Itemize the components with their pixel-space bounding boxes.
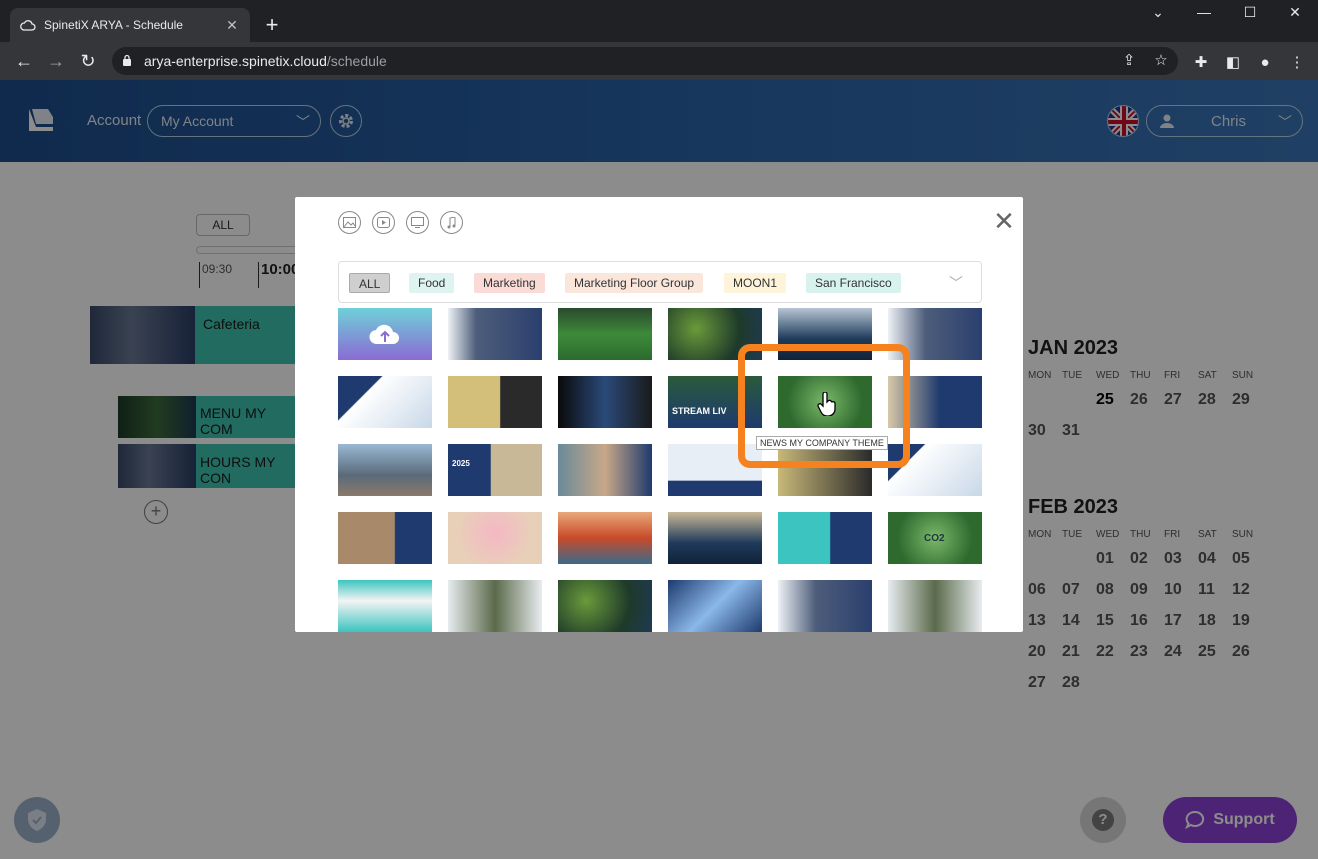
forward-icon[interactable]: → (44, 49, 68, 73)
media-thumbnail[interactable]: CO2 (888, 512, 982, 564)
bookmark-star-icon[interactable]: ☆ (1152, 52, 1170, 70)
media-thumbnail[interactable] (448, 512, 542, 564)
cloud-icon (20, 17, 36, 33)
media-thumbnail[interactable] (558, 512, 652, 564)
menu-dots-icon[interactable]: ⋮ (1288, 54, 1306, 72)
lock-icon (123, 54, 131, 66)
media-thumbnail[interactable]: 2025 (448, 444, 542, 496)
media-thumbnail[interactable] (558, 444, 652, 496)
filter-chip-all[interactable]: ALL (349, 273, 391, 293)
thumbnail-tooltip: NEWS MY COMPANY THEME (756, 436, 888, 450)
media-thumbnail[interactable] (668, 580, 762, 632)
upload-cloud-icon (369, 324, 399, 345)
thumbnail-caption: 2025 (452, 459, 470, 468)
chevron-down-icon[interactable]: ﹀ (949, 273, 963, 293)
close-icon[interactable]: ✕ (993, 208, 1015, 234)
side-panel-icon[interactable]: ◧ (1224, 54, 1242, 72)
tab-close-icon[interactable]: ✕ (224, 17, 240, 34)
browser-toolbar: ← → ↻ arya-enterprise.spinetix.cloud/sch… (0, 42, 1318, 80)
maximize-icon[interactable]: ☐ (1227, 0, 1273, 24)
share-icon[interactable]: ⇪ (1120, 52, 1138, 70)
media-thumbnail[interactable] (778, 512, 872, 564)
filter-chip-marketing[interactable]: Marketing (474, 273, 545, 293)
filter-chip-moon1[interactable]: MOON1 (724, 273, 787, 293)
media-thumbnail[interactable] (448, 580, 542, 632)
filter-chip-san-francisco[interactable]: San Francisco (806, 273, 901, 293)
filter-chip-food[interactable]: Food (409, 273, 455, 293)
media-thumbnail[interactable] (668, 512, 762, 564)
tab-title: SpinetiX ARYA - Schedule (44, 18, 183, 32)
video-type-icon[interactable] (372, 211, 395, 234)
media-thumbnail[interactable] (338, 376, 432, 428)
media-thumbnail[interactable] (778, 580, 872, 632)
media-thumbnail[interactable] (558, 580, 652, 632)
media-thumbnail[interactable] (338, 512, 432, 564)
back-icon[interactable]: ← (12, 49, 36, 73)
address-bar[interactable]: arya-enterprise.spinetix.cloud/schedule … (112, 47, 1178, 75)
media-thumbnail[interactable] (558, 376, 652, 428)
tab-search-icon[interactable]: ⌄ (1135, 0, 1181, 24)
media-thumbnail[interactable] (338, 444, 432, 496)
tag-filter-bar: ALL Food Marketing Marketing Floor Group… (338, 261, 982, 303)
profile-icon[interactable]: ● (1256, 54, 1274, 72)
extensions-icon[interactable]: ✚ (1192, 54, 1210, 72)
upload-tile[interactable] (338, 308, 432, 360)
image-type-icon[interactable] (338, 211, 361, 234)
window-close-icon[interactable]: ✕ (1272, 0, 1318, 24)
audio-type-icon[interactable] (440, 211, 463, 234)
new-tab-icon[interactable]: + (258, 12, 286, 40)
reload-icon[interactable]: ↻ (76, 49, 100, 73)
thumbnail-caption: CO2 (924, 533, 945, 544)
media-thumbnail[interactable] (448, 308, 542, 360)
filter-chip-marketing-floor-group[interactable]: Marketing Floor Group (565, 273, 704, 293)
media-thumbnail[interactable] (338, 580, 432, 632)
media-thumbnail[interactable] (558, 308, 652, 360)
url-text: arya-enterprise.spinetix.cloud/schedule (144, 53, 387, 69)
thumbnail-caption: STREAM LIV (672, 406, 727, 416)
hand-cursor-icon (817, 392, 836, 416)
browser-tab-bar: SpinetiX ARYA - Schedule ✕ + ⌄ — ☐ ✕ (0, 0, 1318, 42)
media-thumbnail[interactable] (448, 376, 542, 428)
browser-tab[interactable]: SpinetiX ARYA - Schedule ✕ (10, 8, 250, 42)
minimize-icon[interactable]: — (1181, 0, 1227, 24)
stream-type-icon[interactable] (406, 211, 429, 234)
media-type-tabs (338, 211, 463, 234)
media-thumbnail[interactable] (888, 580, 982, 632)
media-picker-modal: ✕ ALL Food Marketing Marketing Floor Gro… (295, 197, 1023, 632)
